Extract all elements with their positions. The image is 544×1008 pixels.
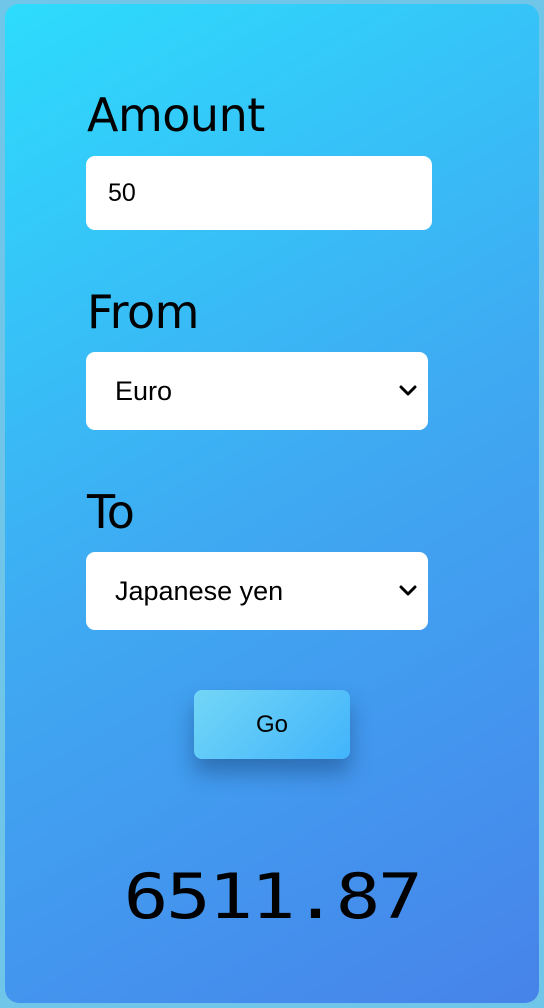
from-currency-select[interactable]: Euro bbox=[86, 352, 428, 430]
converter-card: Amount From Euro To Japanese yen Go 6511… bbox=[5, 4, 539, 1003]
from-label: From bbox=[87, 285, 199, 339]
amount-input[interactable] bbox=[86, 156, 432, 230]
conversion-result: 6511.87 bbox=[123, 860, 423, 933]
to-currency-value: Japanese yen bbox=[115, 575, 284, 606]
go-button[interactable]: Go bbox=[194, 690, 350, 759]
to-currency-select[interactable]: Japanese yen bbox=[86, 552, 428, 630]
amount-label: Amount bbox=[87, 88, 265, 142]
from-currency-value: Euro bbox=[115, 375, 173, 406]
chevron-down-icon bbox=[398, 381, 418, 401]
to-label: To bbox=[87, 485, 135, 539]
chevron-down-icon bbox=[398, 581, 418, 601]
